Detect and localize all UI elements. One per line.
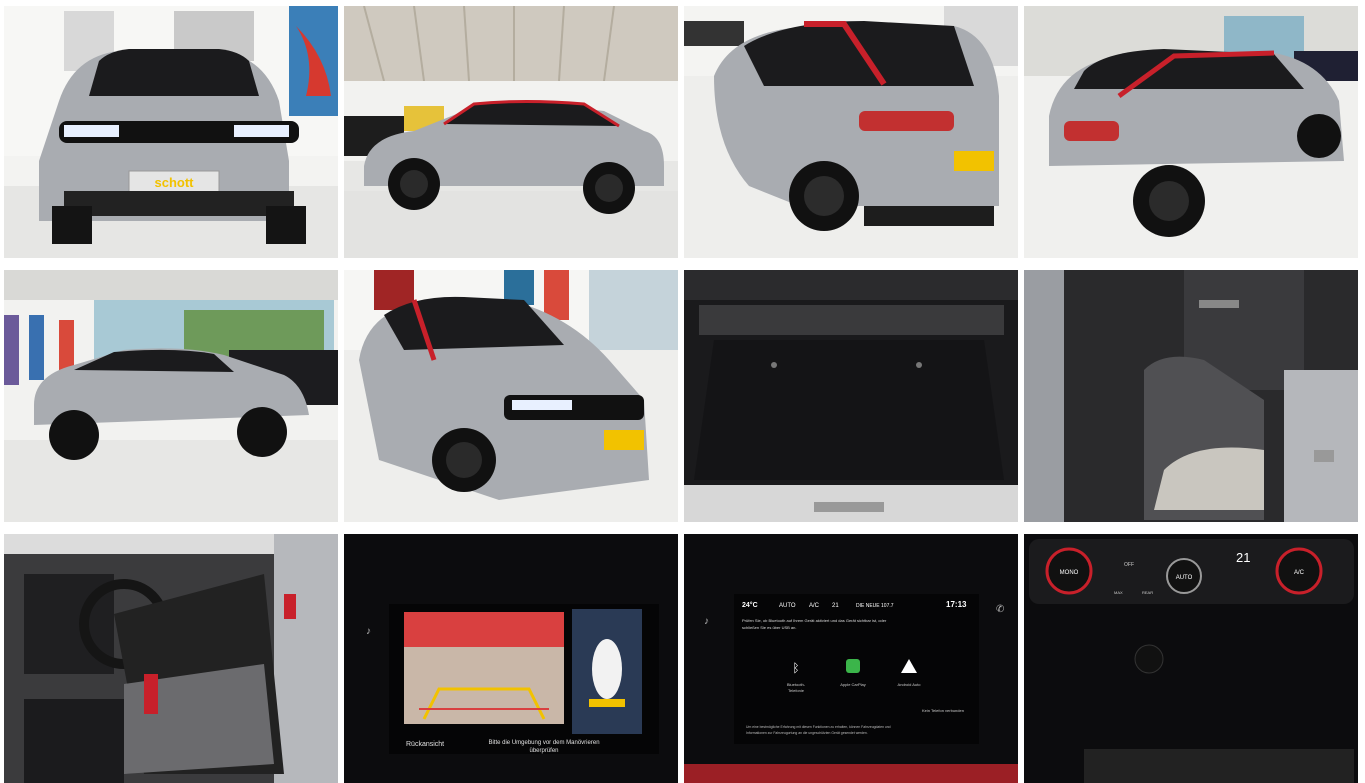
photo-climate-controls[interactable]: MONO AUTO A/C OFF 21 MAX REAR bbox=[1024, 534, 1358, 783]
screen-message-line1: Prüfen Sie, ob Bluetooth auf Ihrem Gerät… bbox=[742, 618, 887, 623]
photo-side-view[interactable] bbox=[344, 6, 678, 258]
climate-rear: REAR bbox=[1142, 590, 1153, 595]
photo-front-interior[interactable] bbox=[4, 534, 338, 783]
carplay-label: Apple CarPlay bbox=[840, 682, 866, 687]
climate-auto: AUTO bbox=[1176, 575, 1193, 581]
photo-trunk[interactable] bbox=[684, 270, 1018, 522]
climate-ac: A/C bbox=[1294, 570, 1305, 576]
rear-camera-hint-line2: überprüfen bbox=[529, 748, 558, 754]
photo-front-view[interactable]: schott bbox=[4, 6, 338, 258]
carplay-icon bbox=[846, 659, 860, 673]
plate-text: schott bbox=[155, 175, 195, 190]
photo-rear-quarter-view[interactable] bbox=[684, 6, 1018, 258]
screen-auto: AUTO bbox=[779, 603, 796, 609]
rear-camera-hint-line1: Bitte die Umgebung vor dem Manövrieren bbox=[488, 740, 599, 746]
photo-front-quarter-view[interactable] bbox=[344, 270, 678, 522]
bluetooth-label-line2: Telefonie bbox=[788, 688, 805, 693]
climate-temp: 21 bbox=[1236, 550, 1250, 565]
photo-showroom-side[interactable] bbox=[4, 270, 338, 522]
screen-footer-line2: Informationen zur Fahrzeugortung an die … bbox=[746, 731, 868, 735]
music-icon: ♪ bbox=[704, 616, 709, 627]
no-phone-status: Kein Telefon verbunden bbox=[922, 708, 964, 713]
bluetooth-label-line1: Bluetooth- bbox=[787, 682, 806, 687]
screen-station: DIE NEUE 107.7 bbox=[856, 603, 894, 609]
photo-infotainment-screen[interactable]: 24°C AUTO A/C 21 DIE NEUE 107.7 17:13 Pr… bbox=[684, 534, 1018, 783]
screen-ac: A/C bbox=[809, 603, 820, 609]
screen-temperature: 24°C bbox=[742, 601, 758, 609]
climate-max: MAX bbox=[1114, 590, 1123, 595]
climate-off: OFF bbox=[1124, 562, 1134, 568]
screen-clock: 17:13 bbox=[946, 600, 967, 609]
screen-message-line2: schließen Sie es über USB an. bbox=[742, 625, 796, 630]
screen-fan: 21 bbox=[832, 603, 839, 609]
android-label: Android Auto bbox=[898, 682, 922, 687]
bluetooth-icon: ᛒ bbox=[792, 661, 799, 675]
music-note-icon: ♪ bbox=[366, 626, 371, 637]
photo-rear-side-view[interactable] bbox=[1024, 6, 1358, 258]
photo-rear-seats[interactable] bbox=[1024, 270, 1358, 522]
climate-mono: MONO bbox=[1060, 570, 1079, 576]
rear-camera-label: Rückansicht bbox=[406, 741, 444, 748]
screen-footer-line1: Um eine bestmögliche Erfahrung mit diese… bbox=[746, 725, 891, 729]
photo-rear-camera-screen[interactable]: Rückansicht Bitte die Umgebung vor dem M… bbox=[344, 534, 678, 783]
phone-icon: ✆ bbox=[996, 604, 1004, 615]
photo-gallery: schott Rückansicht Bitte die Umgebung vo… bbox=[0, 0, 1365, 783]
